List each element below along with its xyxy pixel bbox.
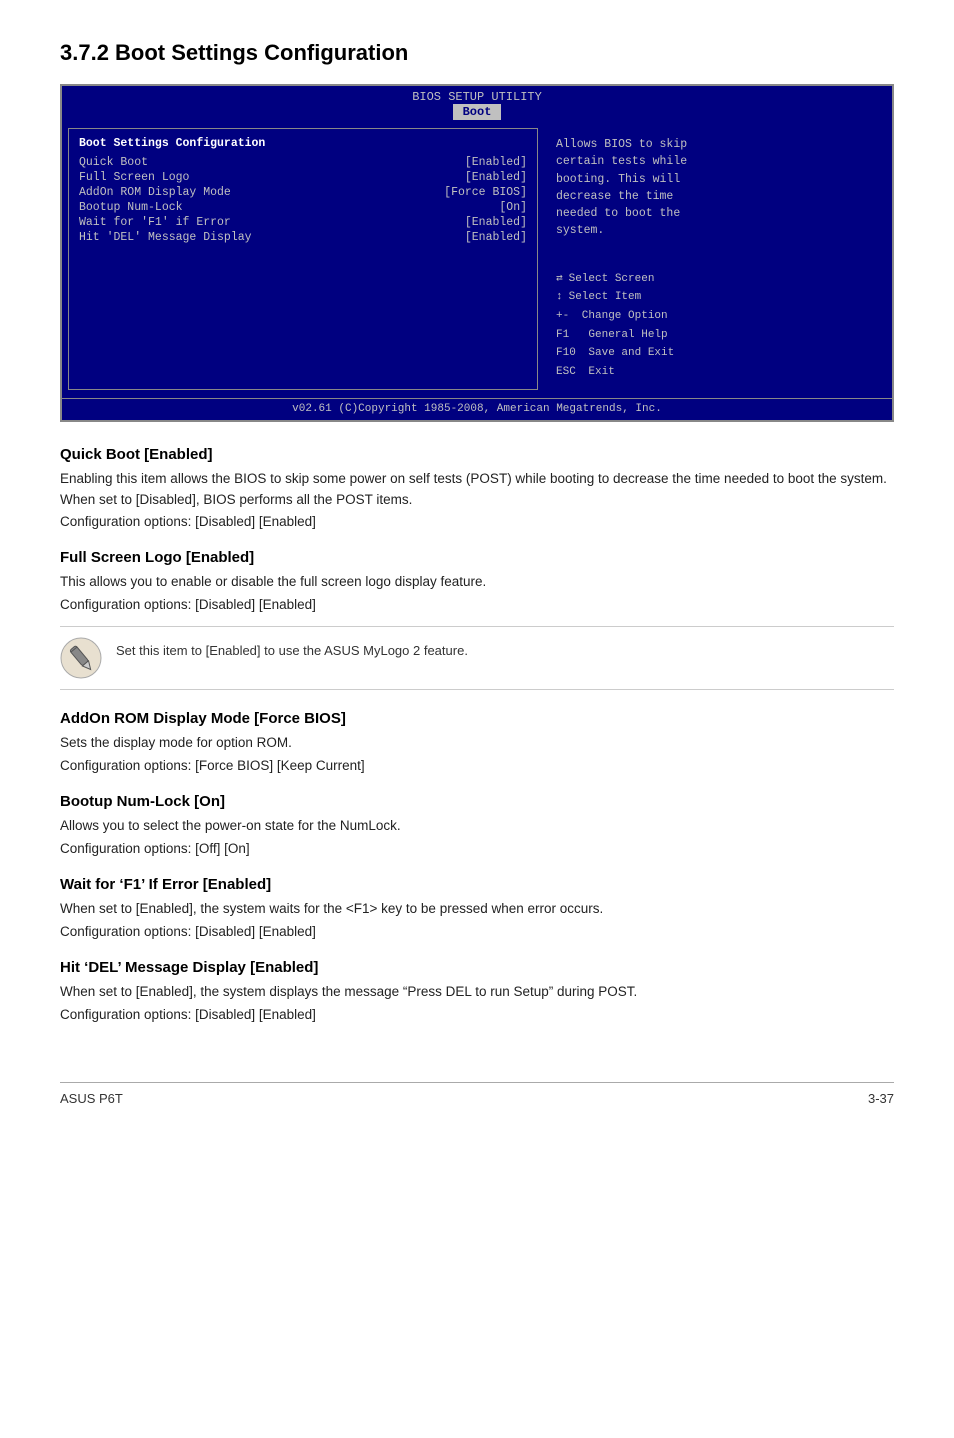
footer-left: ASUS P6T [60, 1091, 123, 1106]
section-quick-boot: Quick Boot [Enabled] Enabling this item … [60, 446, 894, 530]
config-full-screen: Configuration options: [Disabled] [Enabl… [60, 597, 894, 612]
note-pen-icon [60, 637, 102, 679]
page-title: 3.7.2 Boot Settings Configuration [60, 40, 894, 66]
bios-row-numlock: Bootup Num-Lock [On] [79, 201, 527, 214]
bios-utility-title: BIOS SETUP UTILITY Boot [62, 86, 892, 120]
section-body-quick-boot: Enabling this item allows the BIOS to sk… [60, 469, 894, 511]
bios-row-quick-boot: Quick Boot [Enabled] [79, 156, 527, 169]
config-quick-boot: Configuration options: [Disabled] [Enabl… [60, 514, 894, 529]
footer-right: 3-37 [868, 1091, 894, 1106]
section-heading-quick-boot: Quick Boot [Enabled] [60, 446, 894, 463]
bios-right-panel: Allows BIOS to skip certain tests while … [546, 128, 886, 390]
section-hit-del: Hit ‘DEL’ Message Display [Enabled] When… [60, 959, 894, 1022]
section-heading-addon-rom: AddOn ROM Display Mode [Force BIOS] [60, 710, 894, 727]
bios-row-wait-f1: Wait for 'F1' if Error [Enabled] [79, 216, 527, 229]
section-bootup-numlock: Bootup Num-Lock [On] Allows you to selec… [60, 793, 894, 856]
bios-row-del-message: Hit 'DEL' Message Display [Enabled] [79, 231, 527, 244]
section-heading-full-screen: Full Screen Logo [Enabled] [60, 549, 894, 566]
bios-footer: v02.61 (C)Copyright 1985-2008, American … [62, 398, 892, 420]
section-body-numlock: Allows you to select the power-on state … [60, 816, 894, 837]
config-addon-rom: Configuration options: [Force BIOS] [Kee… [60, 758, 894, 773]
config-numlock: Configuration options: [Off] [On] [60, 841, 894, 856]
section-heading-numlock: Bootup Num-Lock [On] [60, 793, 894, 810]
section-body-hit-del: When set to [Enabled], the system displa… [60, 982, 894, 1003]
section-body-wait-f1: When set to [Enabled], the system waits … [60, 899, 894, 920]
config-hit-del: Configuration options: [Disabled] [Enabl… [60, 1007, 894, 1022]
section-heading-hit-del: Hit ‘DEL’ Message Display [Enabled] [60, 959, 894, 976]
section-body-full-screen: This allows you to enable or disable the… [60, 572, 894, 593]
bios-nav: ⇄ Select Screen ↕ Select Item +- Change … [556, 270, 876, 382]
section-full-screen-logo: Full Screen Logo [Enabled] This allows y… [60, 549, 894, 690]
section-addon-rom: AddOn ROM Display Mode [Force BIOS] Sets… [60, 710, 894, 773]
note-box-full-screen: Set this item to [Enabled] to use the AS… [60, 626, 894, 690]
section-wait-f1: Wait for ‘F1’ If Error [Enabled] When se… [60, 876, 894, 939]
section-heading-wait-f1: Wait for ‘F1’ If Error [Enabled] [60, 876, 894, 893]
bios-left-panel: Boot Settings Configuration Quick Boot [… [68, 128, 538, 390]
bios-section-header: Boot Settings Configuration [79, 137, 527, 150]
bios-row-full-screen: Full Screen Logo [Enabled] [79, 171, 527, 184]
section-body-addon-rom: Sets the display mode for option ROM. [60, 733, 894, 754]
bios-settings-rows: Quick Boot [Enabled] Full Screen Logo [E… [79, 156, 527, 244]
config-wait-f1: Configuration options: [Disabled] [Enabl… [60, 924, 894, 939]
bios-help-text: Allows BIOS to skip certain tests while … [556, 136, 876, 240]
page-footer: ASUS P6T 3-37 [60, 1082, 894, 1106]
bios-screenshot: BIOS SETUP UTILITY Boot Boot Settings Co… [60, 84, 894, 422]
bios-active-tab: Boot [453, 104, 502, 120]
bios-row-addon-rom: AddOn ROM Display Mode [Force BIOS] [79, 186, 527, 199]
note-text-full-screen: Set this item to [Enabled] to use the AS… [116, 637, 468, 661]
